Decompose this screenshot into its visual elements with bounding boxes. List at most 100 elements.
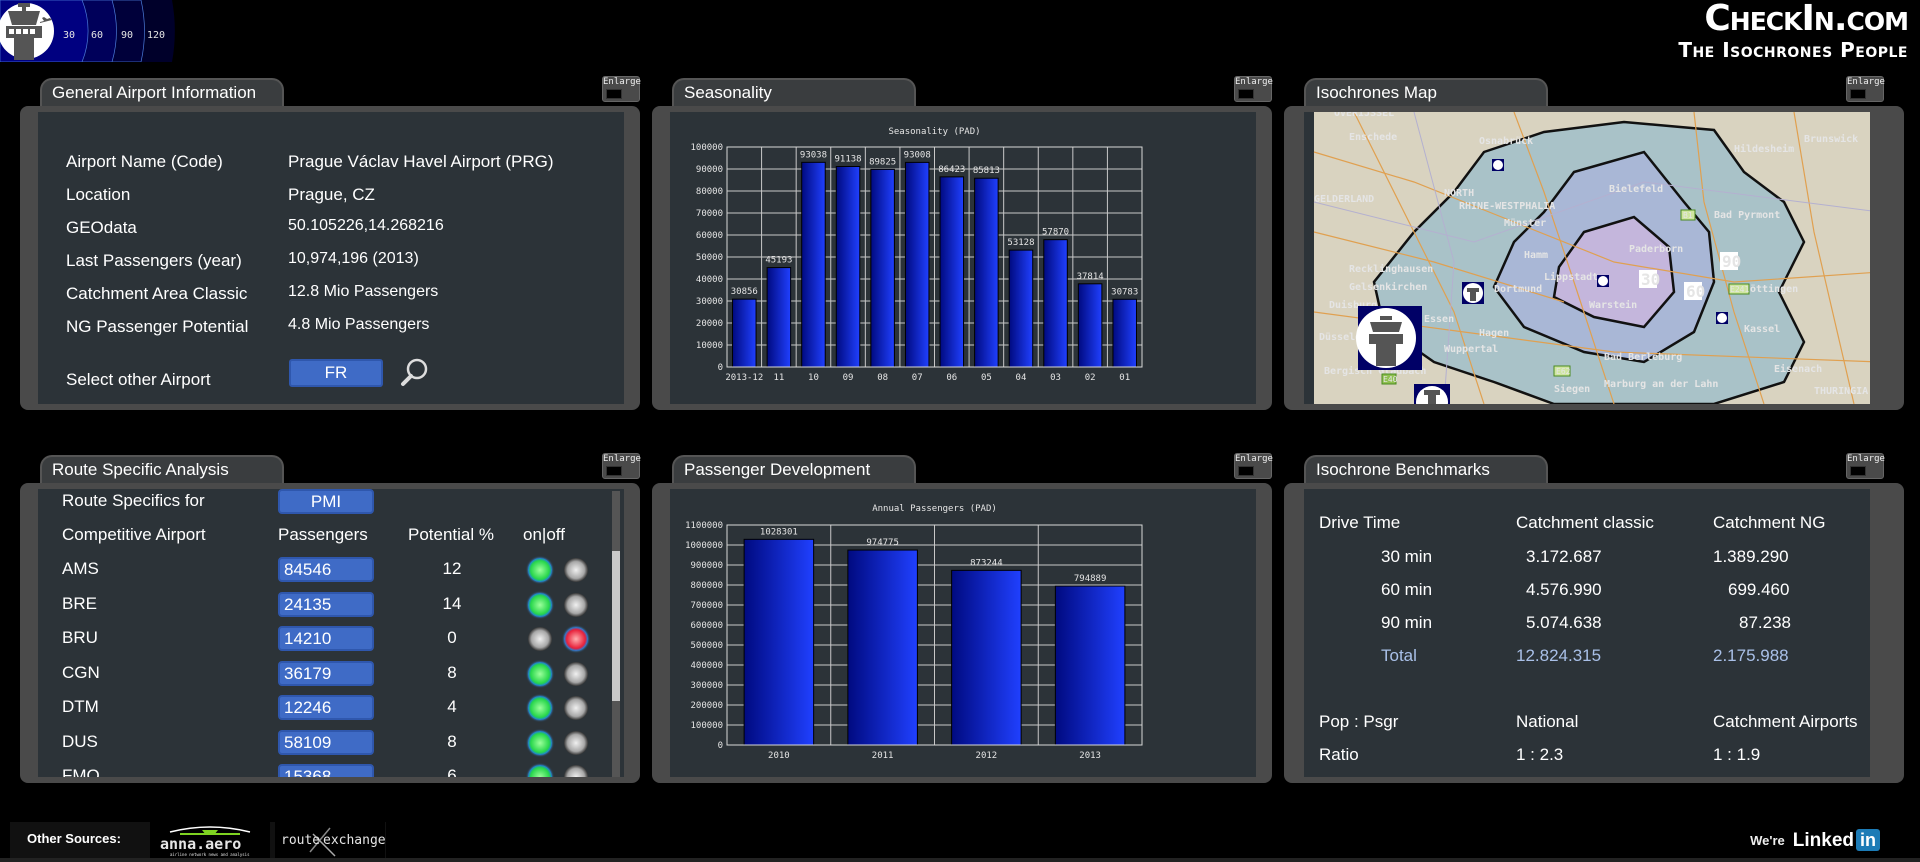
drive-time-total: Total [1381,646,1417,665]
y-tick-label: 1100000 [685,521,723,531]
airport-search-input[interactable]: FR [289,359,383,387]
routexchange-logo[interactable]: route exchange [275,822,386,858]
linkedin-prefix: We're [1750,832,1785,848]
general-info-tab: General Airport Information [40,78,284,106]
value-location: Prague, CZ [288,185,375,204]
route-analysis-tab: Route Specific Analysis [40,455,284,483]
passengers-input[interactable]: 36179 [278,660,374,686]
airport-marker-dortmund[interactable] [1462,282,1484,304]
bar [1112,298,1137,368]
city-label: Lippstadt [1544,271,1598,283]
on-toggle[interactable] [528,765,552,777]
on-toggle[interactable] [528,592,552,617]
airport-marker-large[interactable] [1356,306,1422,370]
enlarge-button[interactable]: Enlarge [602,76,641,102]
enlarge-toggle[interactable] [1850,466,1866,476]
brand-logo[interactable]: CheckIn.com The Isochrones People [1678,0,1909,62]
enlarge-button[interactable]: Enlarge [1234,76,1273,102]
off-toggle[interactable] [564,765,588,777]
enlarge-button[interactable]: Enlarge [1234,453,1273,479]
off-toggle[interactable] [564,558,588,582]
other-sources-label: Other Sources: [27,831,121,846]
competitive-airport-code: BRE [62,593,97,613]
on-toggle[interactable] [528,696,552,720]
search-icon[interactable] [398,357,430,389]
on-toggle[interactable] [528,627,552,651]
bar [1054,585,1126,746]
ratio-header-catchment-airports: Catchment Airports [1713,712,1858,731]
enlarge-button[interactable]: Enlarge [602,453,641,479]
passengers-input[interactable]: 84546 [278,557,374,582]
enlarge-toggle[interactable] [606,89,622,99]
bar-value-label: 85813 [973,166,1000,176]
x-tick-label: 06 [946,373,957,383]
seasonality-body: Seasonality (PAD) 0 10000 20000 30000 40000 50… [670,112,1256,404]
ring-label-30: 30 [63,30,75,41]
bar-value-label: 89825 [869,157,896,167]
on-toggle[interactable] [528,661,552,686]
airport-marker-paderborn[interactable] [1597,275,1609,287]
anna-aero-logo[interactable]: anna.aero airline network news and analy… [150,822,270,858]
enlarge-toggle[interactable] [1238,89,1254,99]
general-info-panel: General Airport Information Enlarge Airp… [20,76,641,410]
passengers-input[interactable]: 15368 [278,764,374,777]
isochrone-60-label: 60 [1686,282,1705,301]
city-label: Recklinghausen [1349,263,1433,275]
passengers-input[interactable]: 14210 [278,626,374,651]
enlarge-button[interactable]: Enlarge [1846,453,1885,479]
passengers-input[interactable]: 24135 [278,591,374,617]
value-catchment-classic: 12.8 Mio Passengers [288,283,439,300]
bar [870,168,895,368]
off-toggle[interactable] [564,730,588,755]
passengers-input[interactable]: 58109 [278,729,374,755]
x-tick-label: 01 [1119,373,1130,383]
chart-title: Seasonality (PAD) [888,127,980,137]
off-toggle[interactable] [564,696,588,720]
enlarge-toggle[interactable] [606,466,622,476]
airport-marker-cologne[interactable] [1414,384,1450,404]
route-destination-input[interactable]: PMI [278,489,374,514]
bar-value-label: 794889 [1074,574,1107,584]
enlarge-label: Enlarge [1847,77,1885,87]
isochrones-map-body[interactable]: OVERIJSSEL GELDERLAND NORTH RHINE-WESTPH… [1304,112,1870,404]
y-tick-label: 300000 [690,681,723,691]
potential-value: 8 [447,731,457,751]
bar [732,298,757,368]
bar [939,176,965,368]
competitive-airport-code: CGN [62,662,100,682]
isochrone-logo-badge: 30 60 90 120 [0,0,175,63]
y-tick-label: 600000 [690,621,723,631]
x-tick-label: 03 [1050,373,1061,383]
seasonality-panel: Seasonality Enlarge Seasonality (PAD) 0 10… [652,76,1273,410]
bar [951,569,1022,746]
competitive-airport-code: FMO [62,766,100,777]
x-tick-label: 09 [843,373,854,383]
enlarge-label: Enlarge [1235,77,1273,87]
route-table-scrollbar[interactable] [612,491,620,777]
bar [801,161,826,368]
benchmarks-body: Drive Time Catchment classic Catchment N… [1304,489,1870,777]
label-geodata: GEOdata [66,218,137,237]
scrollbar-thumb[interactable] [612,551,620,701]
bar-value-label: 974775 [866,538,899,548]
y-tick-label: 500000 [690,641,723,651]
ratio-catchment-airports: 1 : 1.9 [1713,745,1761,764]
off-toggle[interactable] [564,661,588,686]
airport-marker-muenster[interactable] [1492,159,1504,171]
isochrone-map[interactable]: OVERIJSSEL GELDERLAND NORTH RHINE-WESTPH… [1304,112,1870,404]
enlarge-toggle[interactable] [1238,466,1254,476]
bar-value-label: 30783 [1111,287,1138,297]
on-toggle[interactable] [528,558,552,582]
airport-marker-kassel[interactable] [1716,312,1728,324]
road-shield: E241 [1730,285,1749,294]
on-toggle[interactable] [528,730,552,755]
brand-subtitle: The Isochrones People [1678,38,1908,62]
off-toggle[interactable] [564,627,588,651]
route-analysis-panel: Route Specific Analysis Enlarge Route Sp… [20,453,641,787]
enlarge-toggle[interactable] [1850,89,1866,99]
route-analysis-body: Route Specifics for PMI Competitive Airp… [38,489,624,777]
enlarge-button[interactable]: Enlarge [1846,76,1885,102]
off-toggle[interactable] [564,592,588,617]
linkedin-link[interactable]: We're Linked in [1750,828,1880,852]
passengers-input[interactable]: 12246 [278,695,374,720]
